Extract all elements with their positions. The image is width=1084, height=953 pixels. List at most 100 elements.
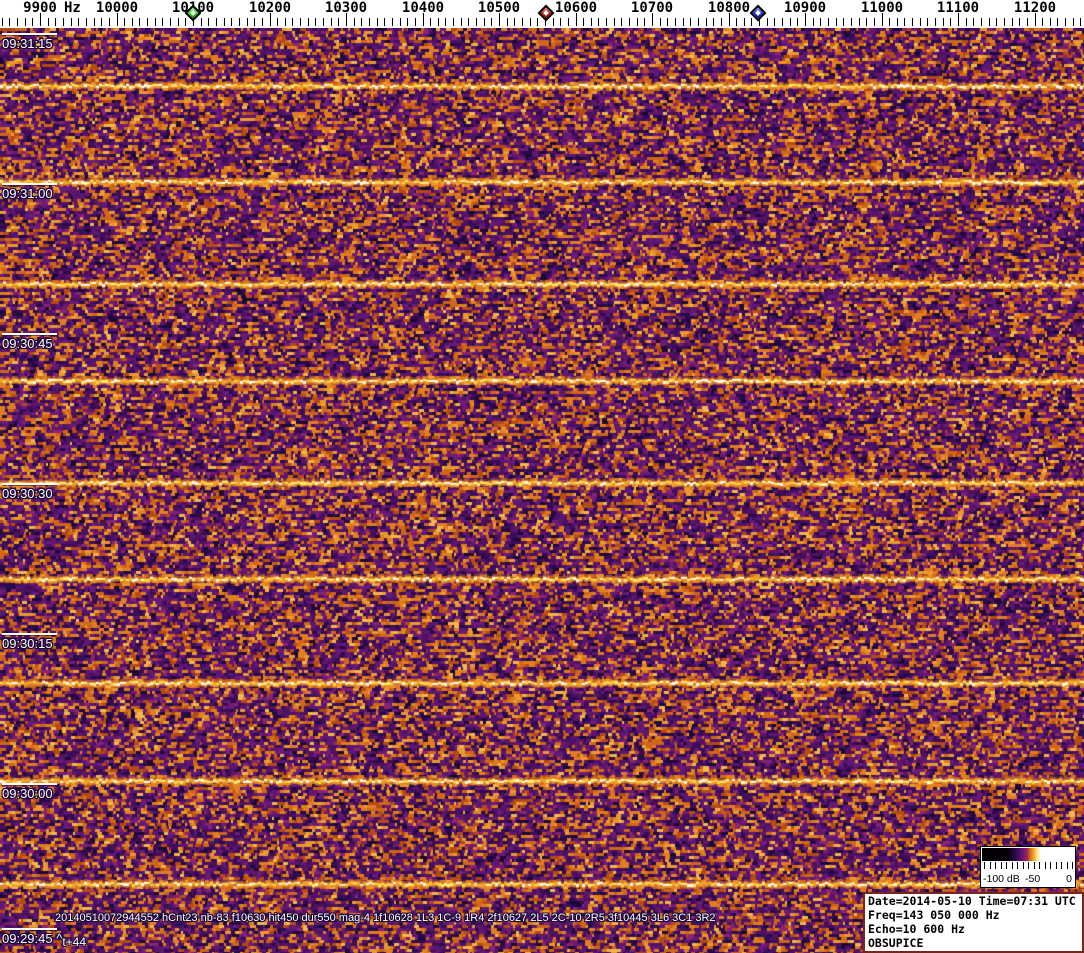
freq-minor-tick [744,18,745,26]
marker-blue-diamond[interactable] [749,4,767,22]
freq-minor-tick [369,18,370,26]
db-scale-tick [1011,862,1013,869]
time-label: 09:30:15 [2,636,53,651]
freq-minor-tick [591,18,592,26]
freq-minor-tick [338,18,339,26]
db-label-mid: -50 [1025,873,1041,885]
freq-minor-tick [48,18,49,26]
freq-minor-tick [751,18,752,26]
freq-minor-tick [514,18,515,26]
freq-minor-tick [361,18,362,26]
db-label-min: -100 dB [983,873,1020,885]
db-scale-tick [1061,862,1062,869]
freq-minor-tick [453,18,454,26]
info-line: OBSUPICE [868,936,924,950]
freq-minor-tick [86,18,87,26]
time-label-text: 09:31:00 [2,186,53,201]
freq-minor-tick [897,18,898,26]
db-scale-tick [1044,862,1046,869]
freq-minor-tick [170,18,171,26]
time-cursor-caret: ^ [52,931,63,946]
freq-label: 10200 [248,0,292,16]
freq-minor-tick [277,18,278,26]
freq-minor-tick [438,18,439,26]
freq-minor-tick [843,18,844,26]
freq-minor-tick [598,18,599,26]
marker-red-diamond[interactable] [537,4,555,22]
time-label-text: 09:30:00 [2,786,53,801]
freq-minor-tick [1012,18,1013,26]
freq-minor-tick [239,18,240,26]
time-label: 09:31:00 [2,186,53,201]
freq-minor-tick [1019,18,1020,26]
freq-minor-tick [216,18,217,26]
freq-minor-tick [476,18,477,26]
freq-minor-tick [32,18,33,26]
time-tick [2,783,57,785]
freq-minor-tick [851,18,852,26]
marker-center-dot [190,10,196,16]
time-label: 09:30:30 [2,486,53,501]
freq-minor-tick [1080,18,1081,26]
freq-minor-tick [147,18,148,26]
freq-minor-tick [621,18,622,26]
db-scale-tick [1006,862,1007,869]
freq-minor-tick [828,18,829,26]
freq-minor-tick [836,18,837,26]
db-scale-tick [1072,862,1073,869]
freq-minor-tick [989,18,990,26]
freq-minor-tick [331,18,332,26]
time-label-text: 09:29:45 [2,931,53,946]
color-gradient-bar [982,848,1074,861]
freq-minor-tick [162,18,163,26]
freq-minor-tick [2,18,3,26]
freq-minor-tick [231,18,232,26]
db-scale-tick [1017,862,1018,869]
time-cursor-offset: t+44 [62,935,87,949]
freq-minor-tick [950,18,951,26]
freq-minor-tick [866,18,867,26]
freq-minor-tick [1027,18,1028,26]
freq-minor-tick [790,18,791,26]
freq-minor-tick [323,18,324,26]
time-label-text: 09:31:15 [2,36,53,51]
freq-minor-tick [874,18,875,26]
freq-minor-tick [254,18,255,26]
freq-minor-tick [185,18,186,26]
freq-minor-tick [966,18,967,26]
freq-minor-tick [1057,18,1058,26]
freq-minor-tick [1004,18,1005,26]
freq-minor-tick [1065,18,1066,26]
db-scale-tick [1033,862,1035,869]
freq-minor-tick [859,18,860,26]
freq-minor-tick [484,18,485,26]
freq-minor-tick [377,18,378,26]
freq-minor-tick [530,18,531,26]
freq-minor-tick [430,18,431,26]
time-tick [2,183,57,185]
freq-minor-tick [208,18,209,26]
freq-minor-tick [553,18,554,26]
freq-minor-tick [904,18,905,26]
freq-minor-tick [201,18,202,26]
db-color-scale: -100 dB -50 0 [980,846,1076,888]
freq-minor-tick [667,18,668,26]
freq-minor-tick [644,18,645,26]
freq-unit-label: Hz [64,0,81,16]
freq-minor-tick [660,18,661,26]
freq-minor-tick [507,18,508,26]
freq-minor-tick [706,18,707,26]
freq-minor-tick [606,18,607,26]
freq-minor-tick [629,18,630,26]
freq-label: 10600 [554,0,598,16]
freq-label: 10300 [324,0,368,16]
freq-minor-tick [400,18,401,26]
time-label: 09:30:00 [2,786,53,801]
freq-minor-tick [9,18,10,26]
freq-minor-tick [820,18,821,26]
time-label: 09:30:45 [2,336,53,351]
freq-minor-tick [132,18,133,26]
freq-minor-tick [178,18,179,26]
freq-minor-tick [300,18,301,26]
freq-minor-tick [247,18,248,26]
